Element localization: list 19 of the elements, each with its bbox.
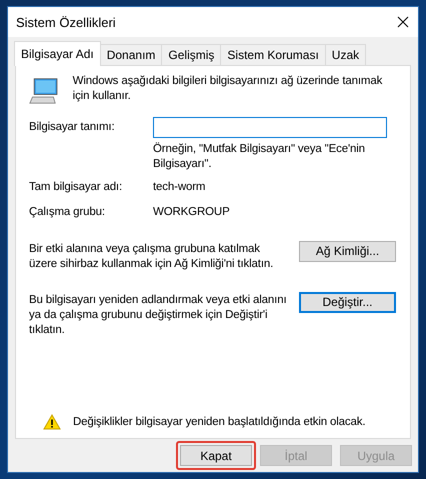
computer-icon	[29, 76, 59, 106]
action-button[interactable]: Ağ Kimliği...	[299, 241, 396, 262]
info-value: tech-worm	[153, 180, 206, 195]
warning-icon	[43, 414, 61, 430]
window-title: Sistem Özellikleri	[16, 14, 116, 30]
tab[interactable]: Bilgisayar Adı	[14, 41, 101, 66]
tab[interactable]: Uzak	[324, 44, 366, 65]
dialog-button[interactable]: Kapat	[180, 445, 252, 466]
intro-text: Windows aşağıdaki bilgileri bilgisayarınızı ağ üzerinde tanımak için kullanır.	[72, 74, 384, 104]
instruction-text: Bir etki alanına veya çalışma grubuna katılmak üzere sihirbaz kullanmak için Ağ Kimliği'ni tıklatın.	[29, 242, 274, 272]
info-label: Tam bilgisayar adı:	[29, 180, 124, 195]
instruction-text: Bu bilgisayarı yeniden adlandırmak veya etki alanını ya da çalışma grubunu değiştirmek için Değiştir'i tıklatın.	[29, 293, 288, 338]
field-label: Bilgisayar tanımı:	[29, 120, 116, 135]
info-value: WORKGROUP	[153, 205, 231, 220]
hint-text: Örneğin, "Mutfak Bilgisayarı" veya "Ece'nin Bilgisayarı".	[153, 142, 366, 172]
description-field[interactable]	[153, 117, 387, 138]
info-label: Çalışma grubu:	[29, 205, 106, 220]
warning-text: Değişiklikler bilgisayar yeniden başlatıldığında etkin olacak.	[73, 416, 366, 428]
action-button[interactable]: Değiştir...	[299, 292, 396, 313]
